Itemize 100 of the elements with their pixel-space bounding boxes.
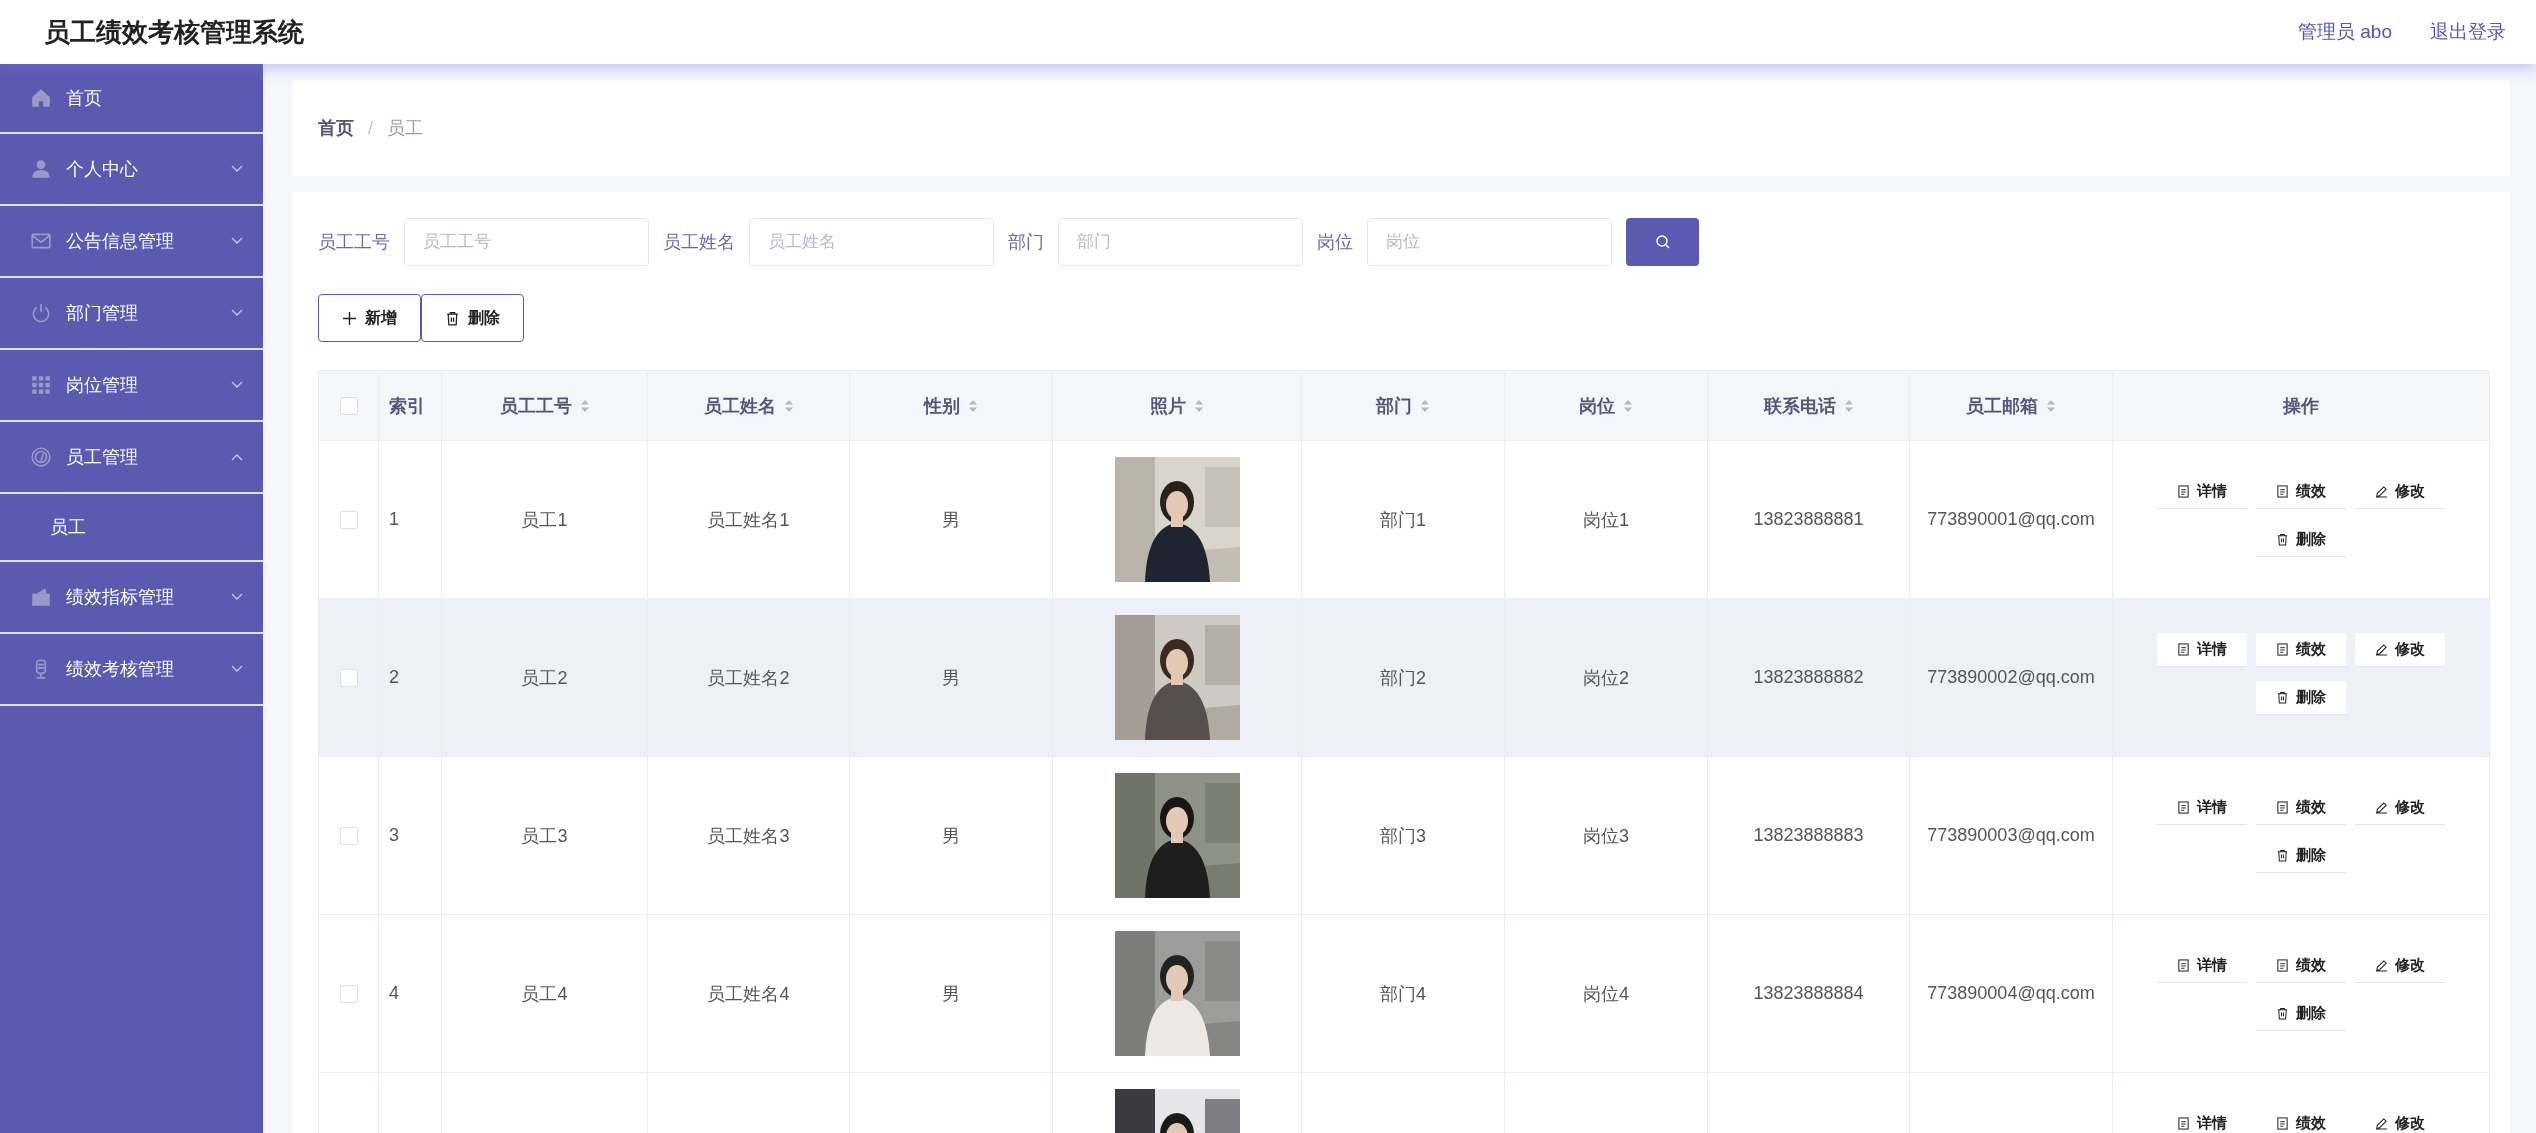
table-cell: 773890002@qq.com [1927, 667, 2095, 687]
table-cell: 13823888884 [1753, 983, 1864, 1003]
column-header: 员工姓名 [703, 394, 776, 418]
trash-icon [2276, 533, 2289, 546]
table-cell: 员工1 [521, 509, 568, 530]
menu-item[interactable]: 首页 [0, 64, 263, 134]
chevron-icon [231, 665, 243, 673]
breadcrumb-item[interactable]: 首页 [318, 116, 354, 140]
column-header: 照片 [1150, 394, 1186, 418]
document-icon [2276, 801, 2289, 814]
sort-icon[interactable] [783, 398, 794, 413]
pencil-icon [2375, 485, 2388, 498]
table-cell: 13823888881 [1753, 509, 1864, 529]
trash-icon [2276, 691, 2289, 704]
menu-item[interactable]: 个人中心 [0, 134, 263, 206]
performance-button[interactable]: 绩效 [2256, 633, 2346, 667]
select-all-checkbox[interactable] [339, 397, 358, 416]
user-icon [30, 158, 52, 180]
app-title: 员工绩效考核管理系统 [44, 15, 304, 49]
document-icon [2177, 801, 2190, 814]
delete-button[interactable]: 删除 [2256, 681, 2346, 715]
breadcrumb-separator: / [368, 117, 373, 139]
pencil-icon [2375, 959, 2388, 972]
table-cell: 773890003@qq.com [1927, 825, 2095, 845]
column-header: 员工工号 [499, 394, 572, 418]
search-field[interactable]: 员工工号 [404, 218, 649, 266]
chevron-icon [231, 593, 243, 601]
table-cell: 员工姓名2 [707, 667, 790, 688]
table-cell: 员工姓名4 [707, 983, 790, 1004]
table-cell: 岗位2 [1583, 667, 1629, 688]
menu-item[interactable]: 公告信息管理 [0, 206, 263, 278]
table-cell: 岗位4 [1583, 983, 1629, 1004]
trash-icon [2276, 849, 2289, 862]
sort-icon[interactable] [2046, 398, 2056, 413]
edit-button[interactable]: 修改 [2355, 633, 2445, 667]
column-header: 操作 [2283, 394, 2319, 418]
document-icon [2177, 643, 2190, 656]
search-button[interactable] [1626, 218, 1699, 266]
document-icon [2177, 1117, 2190, 1130]
details-button[interactable]: 详情 [2157, 633, 2247, 667]
submenu-item[interactable]: 员工 [0, 494, 263, 560]
logout-link[interactable]: 退出登录 [2430, 19, 2506, 45]
chevron-icon [231, 309, 243, 317]
pencil-icon [2375, 643, 2388, 656]
table-cell: 1 [389, 509, 399, 529]
search-field[interactable]: 部门 [1058, 218, 1303, 266]
table-cell: 13823888882 [1753, 667, 1864, 687]
menu-item[interactable]: 岗位管理 [0, 350, 263, 422]
menu-item[interactable]: 员工管理 [0, 422, 263, 494]
home-icon [30, 87, 52, 109]
table-cell: 男 [942, 983, 960, 1004]
document-icon [2276, 643, 2289, 656]
delete-button[interactable]: 删除 [421, 294, 524, 342]
sort-icon[interactable] [1420, 398, 1430, 413]
trash-icon [2276, 1007, 2289, 1020]
trash-icon [445, 310, 460, 326]
table-cell: 员工姓名3 [707, 825, 790, 846]
table-cell: 773890001@qq.com [1927, 509, 2095, 529]
row-checkbox[interactable] [339, 827, 358, 846]
row-checkbox[interactable] [339, 511, 358, 530]
document-icon [2276, 485, 2289, 498]
plus-icon [342, 310, 357, 326]
menu-item[interactable]: 绩效考核管理 [0, 634, 263, 706]
user-name[interactable]: 管理员 abo [2298, 19, 2392, 45]
column-header: 性别 [924, 394, 960, 418]
sort-icon[interactable] [968, 398, 978, 413]
menu-item[interactable]: 绩效指标管理 [0, 562, 263, 634]
table-cell: 部门4 [1380, 983, 1426, 1004]
field-label: 部门 [1008, 231, 1044, 254]
sort-icon[interactable] [1194, 398, 1204, 413]
pencil-icon [2375, 1117, 2388, 1130]
search-field[interactable]: 员工姓名 [749, 218, 994, 266]
column-header: 员工邮箱 [1966, 394, 2038, 418]
column-header: 部门 [1376, 394, 1412, 418]
sort-icon[interactable] [1843, 398, 1854, 413]
table-cell: 2 [389, 667, 399, 687]
chevron-icon [231, 165, 243, 173]
field-label: 岗位 [1317, 231, 1353, 254]
breadcrumb-item: 员工 [387, 117, 423, 140]
menu-item[interactable]: 部门管理 [0, 278, 263, 350]
table-cell: 部门2 [1380, 667, 1426, 688]
sort-icon[interactable] [1623, 398, 1633, 413]
table-cell: 员工3 [521, 825, 568, 846]
sort-icon[interactable] [579, 398, 590, 413]
add-button[interactable]: 新增 [318, 294, 421, 342]
wallet-icon [30, 586, 52, 608]
pencil-icon [2375, 801, 2388, 814]
grid-icon [30, 374, 52, 396]
document-icon [2177, 959, 2190, 972]
search-field[interactable]: 岗位 [1367, 218, 1612, 266]
gauge-icon [30, 446, 52, 468]
document-icon [2177, 485, 2190, 498]
row-checkbox[interactable] [339, 985, 358, 1004]
chevron-icon [231, 381, 243, 389]
document-icon [2276, 959, 2289, 972]
table-cell: 岗位3 [1583, 825, 1629, 846]
chevron-icon [231, 237, 243, 245]
row-checkbox[interactable] [339, 669, 358, 688]
power-icon [30, 302, 52, 324]
search-icon [1654, 234, 1671, 250]
